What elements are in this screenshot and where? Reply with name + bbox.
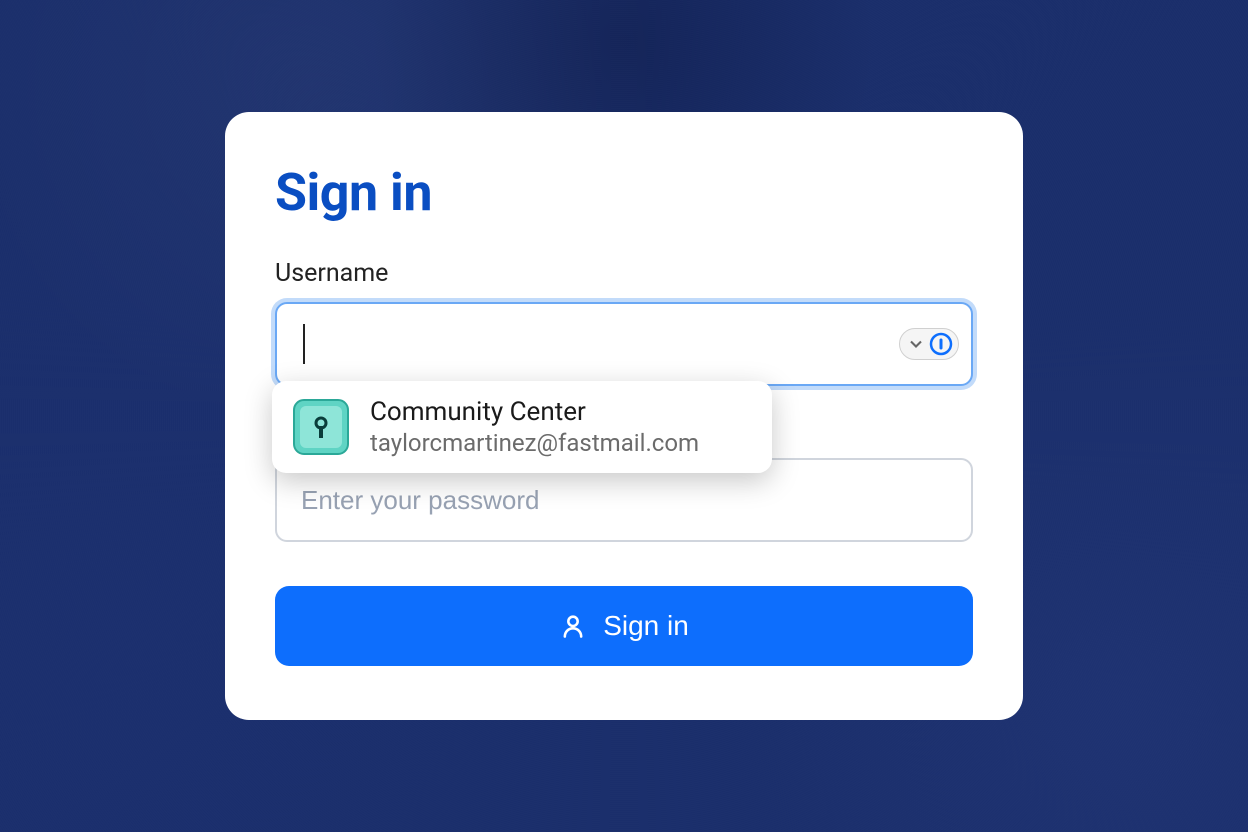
lock-icon: [292, 398, 350, 456]
person-icon: [559, 612, 587, 640]
autofill-controls[interactable]: [899, 328, 959, 360]
chevron-down-icon[interactable]: [905, 333, 927, 355]
signin-button-label: Sign in: [603, 610, 689, 642]
username-label: Username: [275, 259, 973, 288]
autofill-text: Community Center taylorcmartinez@fastmai…: [370, 397, 699, 457]
username-input[interactable]: [275, 302, 973, 386]
page-title: Sign in: [275, 162, 973, 223]
username-input-wrapper: [275, 302, 973, 386]
onepassword-icon[interactable]: [929, 332, 953, 356]
autofill-subtitle: taylorcmartinez@fastmail.com: [370, 429, 699, 457]
autofill-suggestion[interactable]: Community Center taylorcmartinez@fastmai…: [272, 381, 772, 473]
text-cursor: [303, 324, 305, 364]
signin-button[interactable]: Sign in: [275, 586, 973, 666]
autofill-title: Community Center: [370, 397, 699, 427]
